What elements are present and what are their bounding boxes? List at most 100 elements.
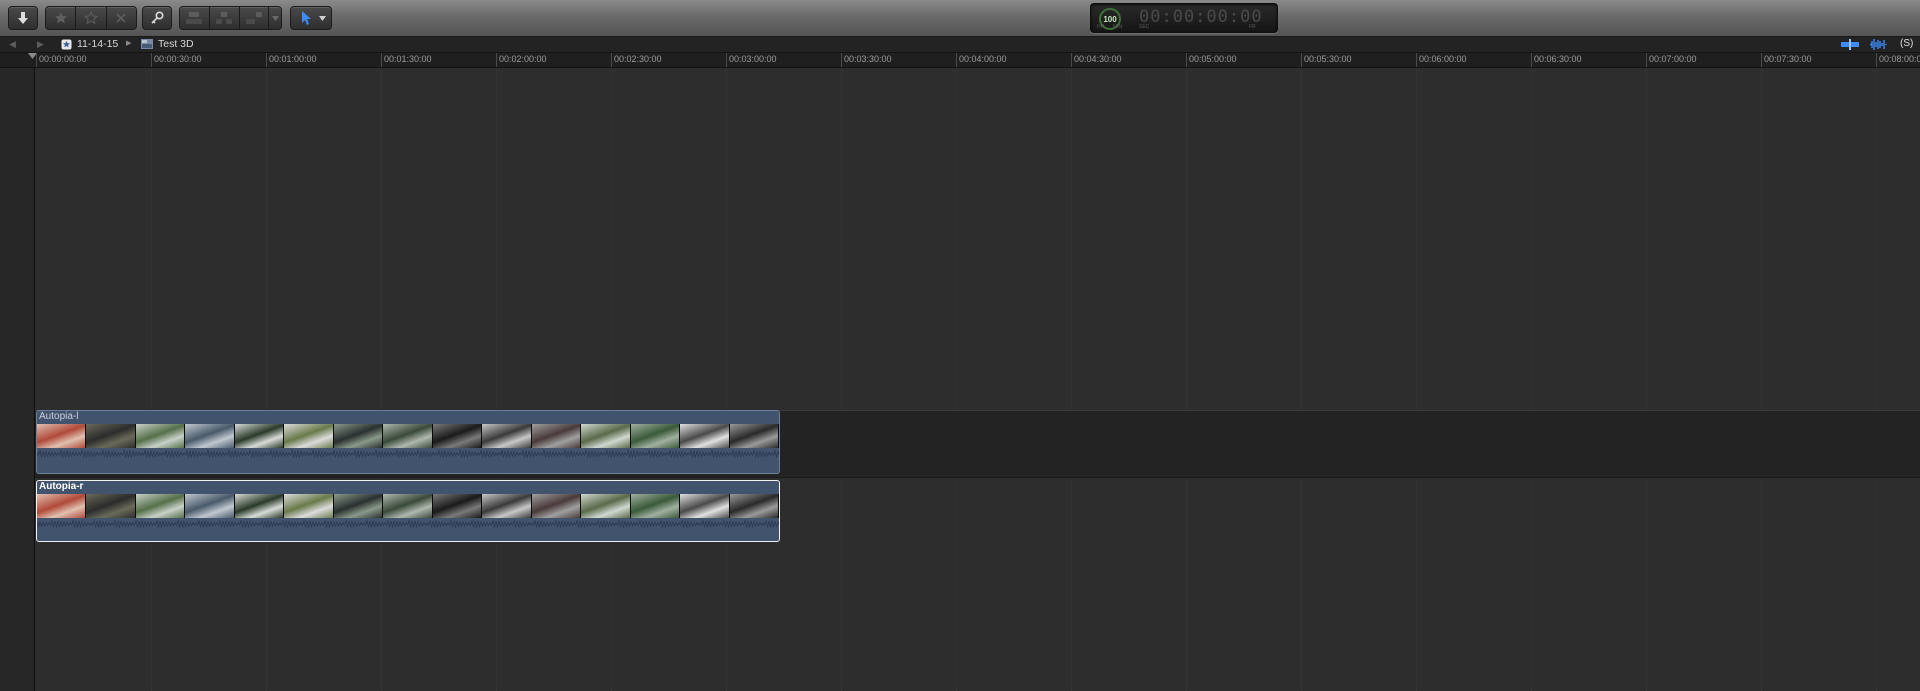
breadcrumb-project[interactable]: Test 3D bbox=[141, 38, 194, 50]
ruler-tick-label: 00:03:00:00 bbox=[729, 54, 777, 64]
timeline-area[interactable]: Autopia-l Autopia-r bbox=[0, 68, 1920, 691]
edit-menu-chevron[interactable] bbox=[269, 7, 281, 29]
timeline-navbar: ◀ ▶ 11-14-15 ▶ Test 3D (S) bbox=[0, 37, 1920, 53]
filmstrip-frame bbox=[630, 424, 681, 448]
ruler-tick-label: 00:08:00:00 bbox=[1879, 54, 1920, 64]
filmstrip-frame bbox=[729, 494, 779, 518]
ruler-tick-line bbox=[841, 53, 842, 67]
timeline-gridline bbox=[266, 68, 267, 691]
audio-waveform-icon[interactable] bbox=[1869, 38, 1887, 51]
timeline-gutter bbox=[0, 68, 34, 691]
breadcrumb-event[interactable]: 11-14-15 bbox=[61, 38, 118, 50]
ruler-tick-line bbox=[1531, 53, 1532, 67]
filmstrip-frame bbox=[284, 494, 334, 518]
timecode-label-min: MIN bbox=[1113, 24, 1123, 30]
filmstrip-frame bbox=[333, 424, 384, 448]
filmstrip-frame bbox=[86, 494, 136, 518]
rating-controls bbox=[45, 6, 137, 30]
filmstrip-frame bbox=[630, 494, 681, 518]
ruler-tick-line bbox=[151, 53, 152, 67]
clip-audio-waveform bbox=[37, 519, 779, 529]
keyword-icon bbox=[151, 11, 164, 24]
ruler-tick-label: 00:00:00:00 bbox=[39, 54, 87, 64]
ruler-tick-label: 00:07:00:00 bbox=[1649, 54, 1697, 64]
ruler-tick-label: 00:06:00:00 bbox=[1419, 54, 1467, 64]
connect-icon bbox=[186, 12, 203, 24]
filmstrip-frame bbox=[383, 424, 433, 448]
clip-audio-waveform bbox=[37, 449, 779, 459]
timeline-gridline bbox=[381, 68, 382, 691]
filmstrip-frame bbox=[432, 424, 483, 448]
timeline-gridline bbox=[1876, 68, 1877, 691]
waveform-path bbox=[37, 449, 779, 459]
filmstrip-frame bbox=[680, 424, 730, 448]
forward-arrow-icon[interactable]: ▶ bbox=[37, 39, 44, 50]
import-button[interactable] bbox=[8, 6, 38, 30]
chevron-down-icon bbox=[319, 15, 326, 21]
timeline-clip[interactable]: Autopia-l bbox=[36, 410, 780, 474]
keyword-button[interactable] bbox=[142, 6, 172, 30]
ruler-tick-line bbox=[36, 53, 37, 67]
ruler-tick-line bbox=[1646, 53, 1647, 67]
ruler-tick-label: 00:04:30:00 bbox=[1074, 54, 1122, 64]
ruler-tick-label: 00:01:00:00 bbox=[269, 54, 317, 64]
ruler-tick-label: 00:02:30:00 bbox=[614, 54, 662, 64]
favorite-button[interactable] bbox=[46, 7, 77, 29]
breadcrumb-separator-icon: ▶ bbox=[126, 40, 132, 47]
clip-title: Autopia-l bbox=[39, 411, 79, 422]
timecode-label-fr: FR bbox=[1249, 24, 1256, 30]
filmstrip-frame bbox=[185, 494, 235, 518]
timeline-ruler[interactable]: 00:00:00:00 00:00:30:00 00:01:00:00 00:01:3… bbox=[0, 53, 1920, 68]
filmstrip-frame bbox=[680, 494, 730, 518]
ruler-tick-label: 00:05:00:00 bbox=[1189, 54, 1237, 64]
filmstrip-frame bbox=[432, 494, 483, 518]
event-star-icon bbox=[61, 39, 72, 49]
insert-button[interactable] bbox=[210, 7, 240, 29]
timeline-gridline bbox=[726, 68, 727, 691]
ruler-tick-line bbox=[956, 53, 957, 67]
timecode-label-hr: HR bbox=[1097, 24, 1105, 30]
ruler-tick-line bbox=[1416, 53, 1417, 67]
back-arrow-icon[interactable]: ◀ bbox=[9, 39, 16, 50]
filmstrip-frame bbox=[482, 424, 532, 448]
filmstrip-frame bbox=[234, 424, 285, 448]
event-name: 11-14-15 bbox=[77, 38, 119, 50]
ruler-tick-line bbox=[1071, 53, 1072, 67]
tool-selector-button[interactable] bbox=[290, 6, 332, 30]
playhead-line[interactable] bbox=[34, 68, 35, 691]
clip-appearance-icon[interactable] bbox=[1841, 39, 1859, 50]
ruler-tick-label: 00:06:30:00 bbox=[1534, 54, 1582, 64]
filmstrip-frame bbox=[729, 424, 779, 448]
ruler-tick-line bbox=[1876, 53, 1877, 67]
timeline-gridline bbox=[1646, 68, 1647, 691]
skimming-toggle[interactable]: (S) bbox=[1900, 38, 1913, 49]
timecode-label-sec: SEC bbox=[1139, 24, 1150, 30]
reject-button[interactable] bbox=[107, 7, 136, 29]
filmstrip-frame bbox=[581, 494, 631, 518]
filmstrip-frame bbox=[37, 424, 87, 448]
chevron-down-icon bbox=[271, 15, 279, 21]
clip-filmstrip bbox=[37, 494, 779, 518]
filmstrip-frame bbox=[531, 424, 582, 448]
timeline-gridline bbox=[1761, 68, 1762, 691]
append-button[interactable] bbox=[240, 7, 270, 29]
insert-icon bbox=[216, 12, 233, 24]
ruler-tick-line bbox=[611, 53, 612, 67]
ruler-tick-label: 00:07:30:00 bbox=[1764, 54, 1812, 64]
unrate-button[interactable] bbox=[76, 7, 107, 29]
ruler-tick-label: 00:04:00:00 bbox=[959, 54, 1007, 64]
connect-button[interactable] bbox=[180, 7, 210, 29]
timeline-gridline bbox=[956, 68, 957, 691]
filmstrip-frame bbox=[86, 424, 136, 448]
ruler-tick-line bbox=[381, 53, 382, 67]
filmstrip-frame bbox=[135, 494, 186, 518]
import-icon bbox=[18, 12, 28, 24]
timeline-clip-selected[interactable]: Autopia-r bbox=[36, 480, 780, 542]
edit-controls bbox=[179, 6, 282, 30]
timecode-display[interactable]: 100 00:00:00:00 HR MIN SEC FR bbox=[1090, 3, 1278, 33]
filmstrip-frame bbox=[37, 494, 87, 518]
timeline-gridline bbox=[1071, 68, 1072, 691]
toolbar: 100 00:00:00:00 HR MIN SEC FR bbox=[0, 0, 1920, 37]
project-icon bbox=[141, 39, 153, 49]
filmstrip-frame bbox=[383, 494, 433, 518]
